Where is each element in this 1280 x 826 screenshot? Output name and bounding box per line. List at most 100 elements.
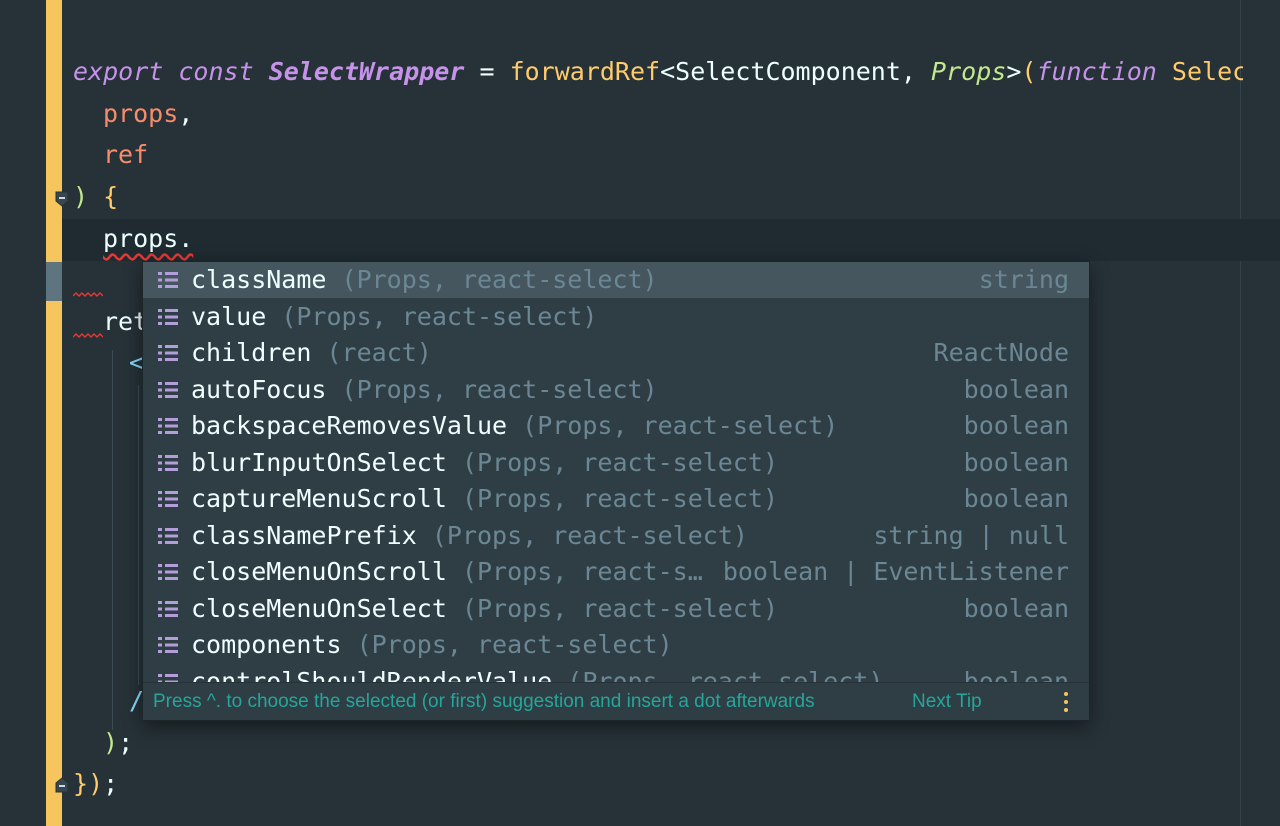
completion-item[interactable]: value (Props, react-select) xyxy=(143,299,1089,335)
completion-type: boolean xyxy=(963,593,1069,623)
completion-label: captureMenuScroll (Props, react-select) xyxy=(191,481,778,517)
completion-label: className (Props, react-select) xyxy=(191,262,658,298)
completion-context: (Props, react-select) xyxy=(461,447,779,477)
paren: ) xyxy=(88,769,104,798)
property-icon xyxy=(157,416,179,436)
completion-name: children xyxy=(191,338,312,367)
completion-type: boolean | EventListener xyxy=(722,557,1069,586)
completion-name: controlShouldRenderValue xyxy=(191,666,553,683)
component-name: SelectWrapper xyxy=(268,57,465,86)
code-line-current[interactable]: props. xyxy=(103,219,193,259)
brace: { xyxy=(103,182,119,211)
completion-label: controlShouldRenderValue (Props, react-s… xyxy=(191,664,883,683)
completion-item[interactable]: captureMenuScroll (Props, react-select) b… xyxy=(143,481,1089,517)
completion-context: (Props, react-select) xyxy=(356,630,673,659)
completion-name: value xyxy=(191,301,267,331)
completion-label: classNamePrefix (Props, react-select) xyxy=(191,518,748,554)
error-squiggle xyxy=(73,333,103,338)
property-icon xyxy=(157,343,179,363)
parameter: ref xyxy=(103,140,149,169)
code-line[interactable]: props, xyxy=(103,94,193,134)
parameter: props xyxy=(103,99,179,128)
completion-type: string | null xyxy=(873,520,1069,550)
code-line[interactable]: }); xyxy=(73,764,118,804)
completion-item[interactable]: closeMenuOnScroll (Props, react-s… boolea… xyxy=(143,554,1089,590)
paren: ( xyxy=(1021,57,1037,86)
completion-name: closeMenuOnScroll xyxy=(191,557,447,586)
completion-label: components (Props, react-select) xyxy=(191,627,673,663)
completion-context: (Props, react-select) xyxy=(281,301,598,331)
property-icon xyxy=(157,307,179,327)
fold-icon[interactable] xyxy=(54,190,70,208)
completion-label: autoFocus (Props, react-select) xyxy=(191,372,658,408)
completion-item[interactable]: classNamePrefix (Props, react-select) str… xyxy=(143,518,1089,554)
completion-item[interactable]: components (Props, react-select) xyxy=(143,627,1089,663)
punctuation: , xyxy=(900,57,916,86)
completion-label: children (react) xyxy=(191,335,432,371)
completion-context: (Props, react-s… xyxy=(461,557,703,586)
completion-context: (Props, react-select) xyxy=(461,593,779,623)
code-line[interactable]: ) { xyxy=(73,177,118,217)
punctuation: ; xyxy=(103,769,119,798)
function-call: forwardRef xyxy=(509,57,661,86)
property-icon xyxy=(157,270,179,290)
function-name: Select xyxy=(1171,57,1243,86)
completion-context: (Props, react-select) xyxy=(522,411,839,440)
paren: ) xyxy=(73,182,89,211)
completion-context: (react) xyxy=(326,338,432,367)
brace: } xyxy=(73,769,89,798)
property-icon xyxy=(157,599,179,619)
completion-name: autoFocus xyxy=(191,374,327,404)
code-line[interactable]: export const SelectWrapper = forwardRef<… xyxy=(73,52,1243,92)
completion-footer: Press ^. to choose the selected (or firs… xyxy=(143,682,1089,720)
vcs-change-marker[interactable] xyxy=(46,0,62,826)
completion-type: boolean xyxy=(963,411,1069,440)
punctuation: ; xyxy=(118,728,134,757)
editor-gutter[interactable] xyxy=(0,0,46,826)
completion-list[interactable]: className (Props, react-select) string val… xyxy=(143,262,1089,682)
completion-item[interactable]: backspaceRemovesValue (Props, react-sele… xyxy=(143,408,1089,444)
completion-type: boolean xyxy=(963,666,1069,683)
generic-close: > xyxy=(1006,57,1022,86)
operator: = xyxy=(479,57,495,86)
completion-context: (Props, react-select) xyxy=(461,484,779,513)
code-line[interactable]: ref xyxy=(103,135,148,175)
completion-name: closeMenuOnSelect xyxy=(191,593,447,623)
error-expression: props. xyxy=(103,224,194,253)
next-tip-link[interactable]: Next Tip xyxy=(912,683,982,720)
completion-popup[interactable]: className (Props, react-select) string val… xyxy=(142,261,1090,721)
property-icon xyxy=(157,489,179,509)
completion-name: backspaceRemovesValue xyxy=(191,411,508,440)
paren: ) xyxy=(103,728,119,757)
completion-item-selected[interactable]: className (Props, react-select) string xyxy=(143,262,1089,298)
completion-name: components xyxy=(191,630,342,659)
completion-tip: Press ^. to choose the selected (or firs… xyxy=(153,691,815,712)
completion-type: string xyxy=(978,265,1069,294)
completion-type: ReactNode xyxy=(933,338,1069,367)
completion-item[interactable]: controlShouldRenderValue (Props, react-s… xyxy=(143,664,1089,683)
generic-open: < xyxy=(660,57,676,86)
completion-label: closeMenuOnScroll (Props, react-s… xyxy=(191,554,703,590)
completion-type: boolean xyxy=(963,484,1069,513)
completion-context: (Props, react-select) xyxy=(567,666,884,683)
completion-name: classNamePrefix xyxy=(191,520,417,550)
property-icon xyxy=(157,562,179,582)
property-icon xyxy=(157,672,179,682)
completion-label: backspaceRemovesValue (Props, react-sele… xyxy=(191,408,838,444)
property-icon xyxy=(157,380,179,400)
fold-icon[interactable] xyxy=(54,776,70,794)
property-icon xyxy=(157,453,179,473)
completion-context: (Props, react-select) xyxy=(341,265,658,294)
completion-name: className xyxy=(191,265,327,294)
completion-context: (Props, react-select) xyxy=(341,374,658,404)
completion-item[interactable]: children (react) ReactNode xyxy=(143,335,1089,371)
keyword-const: const xyxy=(178,57,254,86)
completion-item[interactable]: blurInputOnSelect (Props, react-select) b… xyxy=(143,445,1089,481)
property-icon xyxy=(157,526,179,546)
completion-item[interactable]: closeMenuOnSelect (Props, react-select) b… xyxy=(143,591,1089,627)
completion-item[interactable]: autoFocus (Props, react-select) boolean xyxy=(143,372,1089,408)
more-options-icon[interactable] xyxy=(1061,692,1071,714)
type-argument: Props xyxy=(931,57,1007,86)
completion-type: boolean xyxy=(963,374,1069,404)
code-line[interactable]: ); xyxy=(103,723,133,763)
